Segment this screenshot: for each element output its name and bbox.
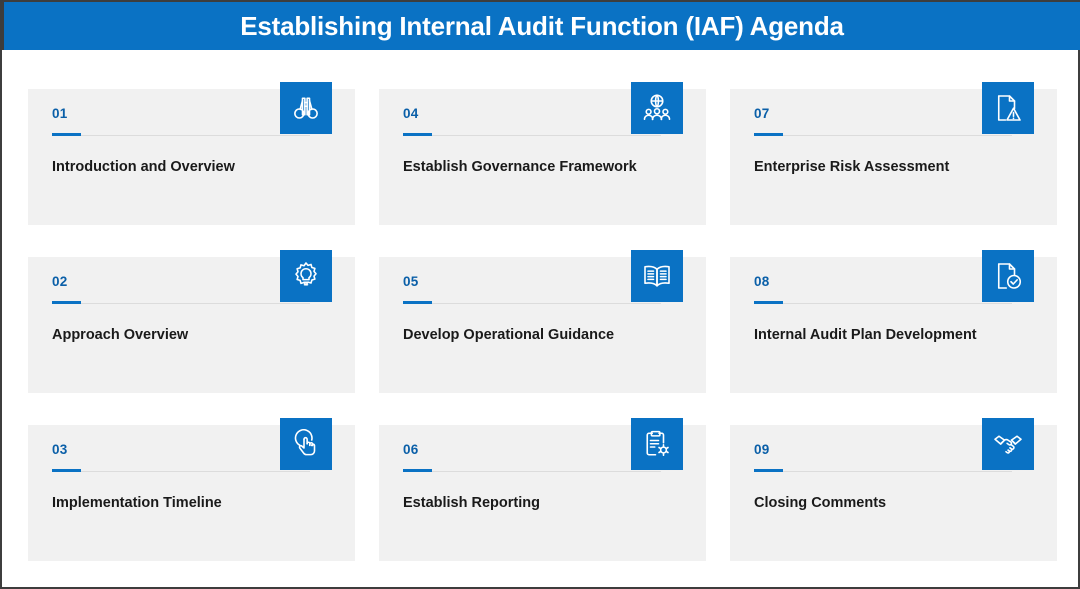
card-title: Internal Audit Plan Development [754, 326, 1039, 345]
globe-people-icon [631, 82, 683, 134]
handshake-icon [982, 418, 1034, 470]
agenda-card-slot: 02 Approach Overview [28, 250, 354, 393]
card-title: Develop Operational Guidance [403, 326, 688, 345]
card-number: 09 [754, 442, 770, 457]
agenda-row: 03 Implementation Timeline [28, 418, 1056, 561]
card-rule [52, 303, 310, 304]
card-number: 07 [754, 106, 770, 121]
agenda-slide: Establishing Internal Audit Function (IA… [0, 0, 1080, 589]
agenda-card-slot: 07 Enterprise Risk Assessment [730, 82, 1056, 225]
card-title: Implementation Timeline [52, 494, 337, 513]
document-warning-icon [982, 82, 1034, 134]
card-rule [754, 303, 1012, 304]
card-rule-accent [754, 469, 783, 472]
card-number: 02 [52, 274, 68, 289]
agenda-row: 02 Approach Overview 05 [28, 250, 1056, 393]
card-number: 03 [52, 442, 68, 457]
card-rule-accent [52, 469, 81, 472]
card-rule [52, 135, 310, 136]
slide-header: Establishing Internal Audit Function (IA… [2, 0, 1080, 50]
card-title: Enterprise Risk Assessment [754, 158, 1039, 177]
card-rule-accent [403, 133, 432, 136]
card-rule [403, 303, 661, 304]
agenda-card-slot: 01 Introduction and Overview [28, 82, 354, 225]
card-rule [403, 471, 661, 472]
card-rule-accent [754, 301, 783, 304]
agenda-card-slot: 06 Establish Reporting [379, 418, 705, 561]
page-title: Establishing Internal Audit Function (IA… [240, 11, 844, 42]
agenda-card-slot: 08 Internal Audit Plan Development [730, 250, 1056, 393]
card-rule-accent [754, 133, 783, 136]
agenda-grid: 01 Introduction and Overview [2, 52, 1078, 585]
card-rule [754, 471, 1012, 472]
open-book-icon [631, 250, 683, 302]
binoculars-icon [280, 82, 332, 134]
card-title: Closing Comments [754, 494, 1039, 513]
agenda-card-slot: 03 Implementation Timeline [28, 418, 354, 561]
card-number: 08 [754, 274, 770, 289]
gear-lightbulb-icon [280, 250, 332, 302]
card-rule-accent [403, 301, 432, 304]
card-rule-accent [52, 301, 81, 304]
document-check-icon [982, 250, 1034, 302]
card-rule [52, 471, 310, 472]
card-title: Establish Governance Framework [403, 158, 688, 177]
clipboard-gear-icon [631, 418, 683, 470]
card-title: Establish Reporting [403, 494, 688, 513]
card-rule [754, 135, 1012, 136]
card-number: 01 [52, 106, 68, 121]
agenda-card-slot: 04 Establish Governance Framework [379, 82, 705, 225]
card-rule [403, 135, 661, 136]
agenda-row: 01 Introduction and Overview [28, 82, 1056, 225]
card-number: 06 [403, 442, 419, 457]
card-rule-accent [403, 469, 432, 472]
hand-click-icon [280, 418, 332, 470]
card-rule-accent [52, 133, 81, 136]
agenda-card-slot: 05 Develop Operational Guidance [379, 250, 705, 393]
card-title: Approach Overview [52, 326, 337, 345]
agenda-card-slot: 09 Closing Comments [730, 418, 1056, 561]
card-number: 04 [403, 106, 419, 121]
card-title: Introduction and Overview [52, 158, 337, 177]
card-number: 05 [403, 274, 419, 289]
